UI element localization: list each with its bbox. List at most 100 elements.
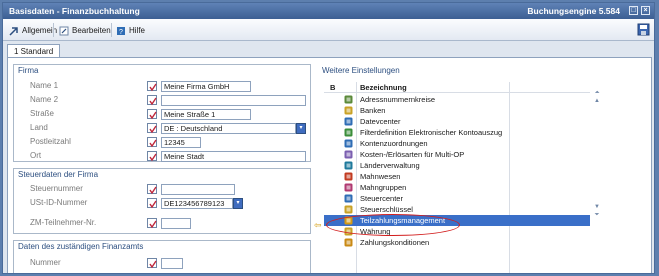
strasse-field[interactable]: Meine Straße 1 (161, 109, 251, 120)
list-header: B Bezeichnung (324, 82, 590, 273)
firma-group: Firma Name 1 Meine Firma GmbH Name 2 Str… (13, 64, 311, 162)
list-item-label: Steuercenter (360, 194, 403, 203)
firma-group-title: Firma (18, 66, 39, 75)
tax-center-icon (344, 194, 353, 203)
arrow-icon (9, 26, 18, 36)
bearbeiten-label: Bearbeiten (72, 26, 111, 35)
tab-standard[interactable]: 1 Standard (7, 44, 61, 58)
list-item[interactable]: Steuercenter (324, 193, 590, 204)
svg-text:?: ? (119, 29, 123, 36)
scroll-up-icon[interactable]: ▲ (593, 98, 601, 104)
list-item[interactable]: Kosten-/Erlösarten für Multi-OP (324, 149, 590, 160)
highlight-circle (326, 214, 460, 236)
dunning-groups-icon (344, 183, 353, 192)
ort-field[interactable]: Meine Stadt (161, 151, 306, 162)
name1-field[interactable]: Meine Firma GmbH (161, 81, 251, 92)
plz-field[interactable]: 12345 (161, 137, 201, 148)
list-item[interactable]: Banken (324, 105, 590, 116)
steuer-group: Steuerdaten der Firma Steuernummer USt-I… (13, 168, 311, 234)
steuernummer-field[interactable] (161, 184, 235, 195)
dunning-icon (344, 172, 353, 181)
toolbar-separator (53, 23, 54, 37)
list-item-label: Mahnwesen (360, 172, 401, 181)
list-item-label: Zahlungskonditionen (360, 238, 430, 247)
name2-field[interactable] (161, 95, 306, 106)
hilfe-label: Hilfe (129, 26, 146, 35)
datev-icon (344, 117, 353, 126)
weitere-group-title: Weitere Einstellungen (322, 66, 400, 75)
finanzamt-group: Daten des zuständigen Finanzamts Nummer (13, 240, 311, 273)
ort-checkbox[interactable] (147, 151, 157, 162)
list-item-label: Adressnummernkreise (360, 95, 436, 104)
list-item[interactable]: Kontenzuordnungen (324, 138, 590, 149)
allgemein-label: Allgemein (22, 26, 58, 35)
zm-field[interactable] (161, 218, 191, 229)
list-item-label: Steuerschlüssel (360, 205, 413, 214)
tab-bar: 1 Standard (3, 41, 654, 58)
allgemein-menu[interactable]: Allgemein (9, 24, 57, 37)
strasse-checkbox[interactable] (147, 109, 157, 120)
save-icon[interactable] (637, 23, 650, 36)
settings-list: B Bezeichnung Adressnummernkreise Banken D… (324, 82, 590, 273)
pointer-arrow-icon: ⇦ (314, 220, 322, 230)
accounts-icon (344, 139, 353, 148)
nummer-field[interactable] (161, 258, 183, 269)
land-field[interactable]: DE : Deutschland (161, 123, 296, 134)
bearbeiten-menu[interactable]: Bearbeiten (59, 24, 111, 37)
zm-label: ZM-Teilnehmer-Nr. (30, 218, 97, 227)
strasse-label: Straße (30, 109, 55, 118)
name2-label: Name 2 (30, 95, 59, 104)
ustid-field[interactable]: DE123456789123 (161, 198, 233, 209)
land-dropdown-button[interactable]: ▾ (296, 123, 306, 134)
scroll-bottom-icon[interactable]: ⏷ (593, 212, 601, 218)
hilfe-menu[interactable]: ? Hilfe (116, 24, 145, 37)
list-item-label: Filterdefinition Elektronischer Kontoaus… (360, 128, 503, 137)
list-item[interactable]: Mahnwesen (324, 171, 590, 182)
zm-checkbox[interactable] (147, 218, 157, 229)
name2-checkbox[interactable] (147, 95, 157, 106)
steuernummer-label: Steuernummer (30, 184, 83, 193)
list-item-label: Banken (360, 106, 386, 115)
toolbar-separator (111, 23, 112, 37)
restore-button[interactable]: □ (629, 6, 638, 15)
address-range-icon (344, 95, 353, 104)
window-title: Basisdaten - Finanzbuchhaltung (9, 6, 140, 16)
scroll-down-icon[interactable]: ▼ (593, 204, 601, 210)
list-item[interactable]: Zahlungskonditionen (324, 237, 590, 248)
scroll-top-icon[interactable]: ⏶ (593, 90, 601, 96)
payment-terms-icon (344, 238, 353, 247)
globe-icon (344, 161, 353, 170)
engine-version: Buchungsengine 5.584 (527, 6, 620, 16)
land-label: Land (30, 123, 48, 132)
steuernummer-checkbox[interactable] (147, 184, 157, 195)
list-item[interactable]: Steuerschlüssel (324, 204, 590, 215)
steuer-group-title: Steuerdaten der Firma (18, 170, 99, 179)
close-button[interactable]: × (641, 6, 650, 15)
name1-label: Name 1 (30, 81, 59, 90)
cost-types-icon (344, 150, 353, 159)
list-item[interactable]: Länderverwaltung (324, 160, 590, 171)
finanzamt-group-title: Daten des zuständigen Finanzamts (18, 242, 144, 251)
list-item[interactable]: Filterdefinition Elektronischer Kontoaus… (324, 127, 590, 138)
title-bar: Basisdaten - Finanzbuchhaltung Buchungse… (3, 3, 654, 19)
toolbar: Allgemein Bearbeiten ? Hilfe (3, 19, 654, 41)
plz-label: Postleitzahl (30, 137, 71, 146)
nummer-checkbox[interactable] (147, 258, 157, 269)
ustid-checkbox[interactable] (147, 198, 157, 209)
list-item-label: Datevcenter (360, 117, 401, 126)
plz-checkbox[interactable] (147, 137, 157, 148)
name1-checkbox[interactable] (147, 81, 157, 92)
content-panel: Firma Name 1 Meine Firma GmbH Name 2 Str… (7, 57, 652, 273)
list-item[interactable]: Datevcenter (324, 116, 590, 127)
bank-icon (344, 106, 353, 115)
column-header-bezeichnung[interactable]: Bezeichnung (360, 83, 407, 92)
ort-label: Ort (30, 151, 42, 160)
list-item[interactable]: Mahngruppen (324, 182, 590, 193)
list-item[interactable]: Adressnummernkreise (324, 94, 590, 105)
main-window: Basisdaten - Finanzbuchhaltung Buchungse… (2, 2, 655, 274)
edit-icon (59, 26, 69, 35)
column-header-b[interactable]: B (330, 83, 335, 92)
nummer-label: Nummer (30, 258, 61, 267)
land-checkbox[interactable] (147, 123, 157, 134)
ustid-dropdown-button[interactable]: ▾ (233, 198, 243, 209)
